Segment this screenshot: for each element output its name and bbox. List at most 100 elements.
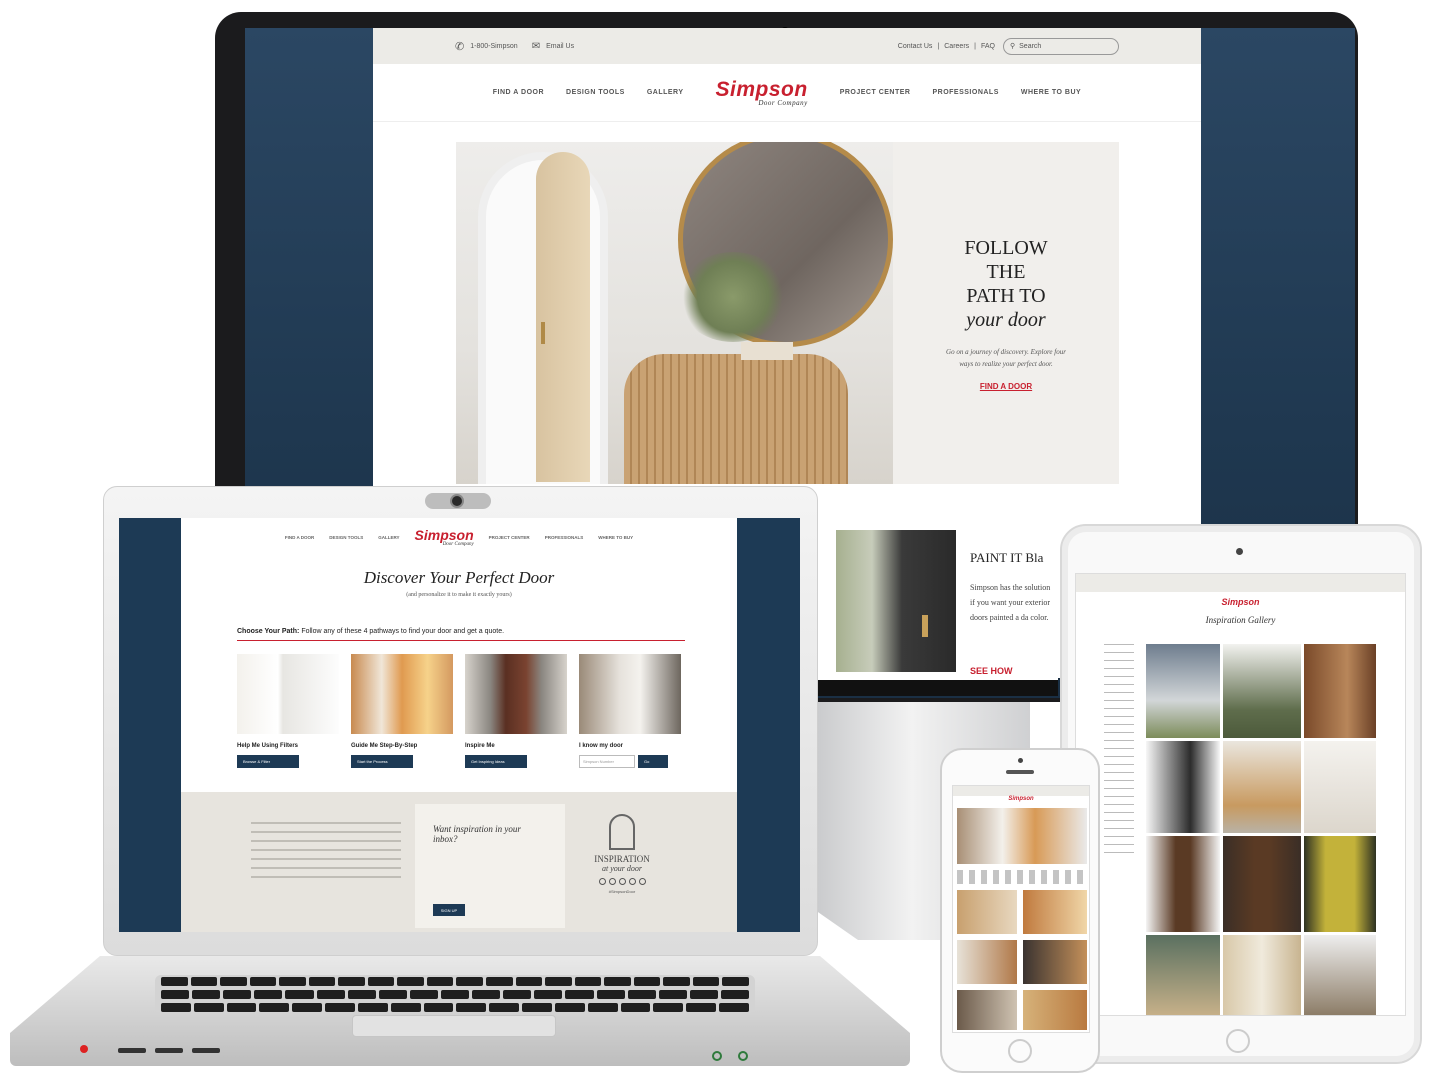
faq-link[interactable]: FAQ xyxy=(981,43,995,50)
path-card-guide[interactable]: Guide Me Step-By-Step Start the Process xyxy=(351,654,453,768)
gallery-photo[interactable] xyxy=(1304,741,1376,833)
laptop-nav-find[interactable]: FIND A DOOR xyxy=(285,535,314,540)
search-placeholder: Search xyxy=(1019,42,1042,50)
gallery-photo[interactable] xyxy=(1304,644,1376,738)
pinterest-icon[interactable] xyxy=(628,878,636,885)
hero-heading-4: your door xyxy=(966,308,1046,331)
phone-card-image xyxy=(957,890,1017,934)
brand-line2: at your door xyxy=(602,864,642,873)
laptop-headline: Discover Your Perfect Door xyxy=(363,568,555,587)
laptop-nav-buy[interactable]: WHERE TO BUY xyxy=(598,535,633,540)
hero-heading-1: FOLLOW xyxy=(964,236,1048,259)
main-nav: FIND A DOOR DESIGN TOOLS GALLERY Simpson… xyxy=(373,64,1201,122)
email-link[interactable]: Email Us xyxy=(546,43,574,50)
hero-body: Go on a journey of discovery. Explore fo… xyxy=(946,347,1066,368)
facebook-icon[interactable] xyxy=(598,878,606,885)
phone-camera-icon xyxy=(1018,758,1023,763)
tablet-logo[interactable]: Simpson xyxy=(1076,598,1405,607)
gallery-photo[interactable] xyxy=(1223,741,1301,833)
start-process-button[interactable]: Start the Process xyxy=(351,755,413,768)
tablet-home-button[interactable] xyxy=(1226,1029,1250,1053)
laptop-logo-name: Simpson xyxy=(414,526,474,543)
nav-project-center[interactable]: PROJECT CENTER xyxy=(840,89,911,96)
hero-heading-2: THE xyxy=(986,260,1026,283)
door-arch-icon xyxy=(609,814,635,850)
sign-up-button[interactable]: SIGN UP xyxy=(433,904,465,916)
card-title: Help Me Using Filters xyxy=(237,743,299,749)
path-card-inspire[interactable]: Inspire Me Get Inspiring Ideas xyxy=(465,654,567,768)
phone-speaker xyxy=(1006,770,1034,774)
phone-icon: ✆ xyxy=(455,40,465,53)
gallery-photo[interactable] xyxy=(1146,836,1220,932)
paint-body: Simpson has the solution if you want you… xyxy=(970,583,1051,622)
gallery-photo[interactable] xyxy=(1146,644,1220,738)
know-image xyxy=(579,654,681,734)
nav-design-tools[interactable]: DESIGN TOOLS xyxy=(566,89,625,96)
path-card-filters[interactable]: Help Me Using Filters Browse & Filter xyxy=(237,654,339,768)
hero-image xyxy=(456,142,893,484)
youtube-icon[interactable] xyxy=(638,878,646,885)
footer-brand: INSPIRATION at your door #SimpsonDoor xyxy=(577,814,667,894)
browse-filter-button[interactable]: Browse & Filter xyxy=(237,755,299,768)
see-how-link[interactable]: SEE HOW xyxy=(970,666,1013,676)
laptop-website: FIND A DOOR DESIGN TOOLS GALLERY Simpson… xyxy=(181,518,737,932)
path-text: Follow any of these 4 pathways to find y… xyxy=(301,628,505,635)
gallery-photo[interactable] xyxy=(1223,935,1301,1015)
keyboard xyxy=(155,975,755,1013)
search-input[interactable]: ⚲ Search xyxy=(1003,37,1119,55)
choose-path: Choose Your Path: Follow any of these 4 … xyxy=(237,628,504,635)
gallery-photo[interactable] xyxy=(1146,935,1220,1015)
phone-website: Simpson xyxy=(952,785,1090,1033)
get-ideas-button[interactable]: Get Inspiring Ideas xyxy=(465,755,527,768)
paint-heading: PAINT IT Bla xyxy=(970,550,1044,565)
phone-link[interactable]: 1-800-Simpson xyxy=(470,43,517,50)
nav-professionals[interactable]: PROFESSIONALS xyxy=(932,89,998,96)
gallery-photo[interactable] xyxy=(1304,836,1376,932)
hero-heading-3: PATH TO xyxy=(966,284,1046,307)
phone-card-image xyxy=(1023,990,1087,1030)
monitor-bezel-bottom xyxy=(818,680,1058,696)
go-button[interactable]: Go xyxy=(638,755,668,768)
paint-section: PAINT IT Bla Simpson has the solution if… xyxy=(818,520,1058,680)
tablet-camera-icon xyxy=(1236,548,1243,555)
laptop-nav-project[interactable]: PROJECT CENTER xyxy=(489,535,530,540)
find-a-door-link[interactable]: FIND A DOOR xyxy=(980,382,1032,391)
gallery-photo[interactable] xyxy=(1146,741,1220,833)
simpson-logo[interactable]: Simpson Door Company xyxy=(706,79,818,107)
phone-logo[interactable]: Simpson xyxy=(953,796,1089,802)
instagram-icon[interactable] xyxy=(618,878,626,885)
contact-link[interactable]: Contact Us xyxy=(898,43,933,50)
gallery-photo[interactable] xyxy=(1223,644,1301,738)
twitter-icon[interactable] xyxy=(608,878,616,885)
laptop-nav-pros[interactable]: PROFESSIONALS xyxy=(545,535,584,540)
card-title: I know my door xyxy=(579,743,624,749)
card-title: Inspire Me xyxy=(465,743,495,749)
laptop-footer: Want inspiration in your inbox? SIGN UP … xyxy=(181,792,737,932)
logo-name: Simpson xyxy=(715,77,808,101)
phone-card-image xyxy=(957,940,1017,984)
email-icon: ✉ xyxy=(531,40,541,52)
laptop-subhead: (and personalize it to make it exactly y… xyxy=(406,592,512,598)
gallery-photo[interactable] xyxy=(1223,836,1301,932)
card-title: Guide Me Step-By-Step xyxy=(351,743,418,749)
simpson-number-input[interactable]: Simpson Number xyxy=(579,755,635,768)
careers-link[interactable]: Careers xyxy=(944,43,969,50)
phone-home-button[interactable] xyxy=(1008,1039,1032,1063)
laptop-nav-design[interactable]: DESIGN TOOLS xyxy=(329,535,363,540)
laptop-nav-gallery[interactable]: GALLERY xyxy=(378,535,399,540)
newsletter-box: Want inspiration in your inbox? SIGN UP xyxy=(415,804,565,928)
laptop-nav: FIND A DOOR DESIGN TOOLS GALLERY Simpson… xyxy=(181,518,737,556)
inspire-image xyxy=(465,654,567,734)
trackpad xyxy=(352,1015,556,1037)
logo-sub: Door Company xyxy=(758,98,808,107)
filter-sidebar[interactable] xyxy=(1104,644,1134,854)
nav-where-to-buy[interactable]: WHERE TO BUY xyxy=(1021,89,1081,96)
nav-gallery[interactable]: GALLERY xyxy=(647,89,684,96)
laptop-logo[interactable]: Simpson Door Company xyxy=(415,528,474,547)
black-door-image xyxy=(836,530,956,672)
path-card-know[interactable]: I know my door Simpson Number Go xyxy=(579,654,681,768)
nav-find-a-door[interactable]: FIND A DOOR xyxy=(493,89,544,96)
phone-hero-image xyxy=(957,808,1087,864)
gallery-photo[interactable] xyxy=(1304,935,1376,1015)
phone-card-image xyxy=(1023,890,1087,934)
